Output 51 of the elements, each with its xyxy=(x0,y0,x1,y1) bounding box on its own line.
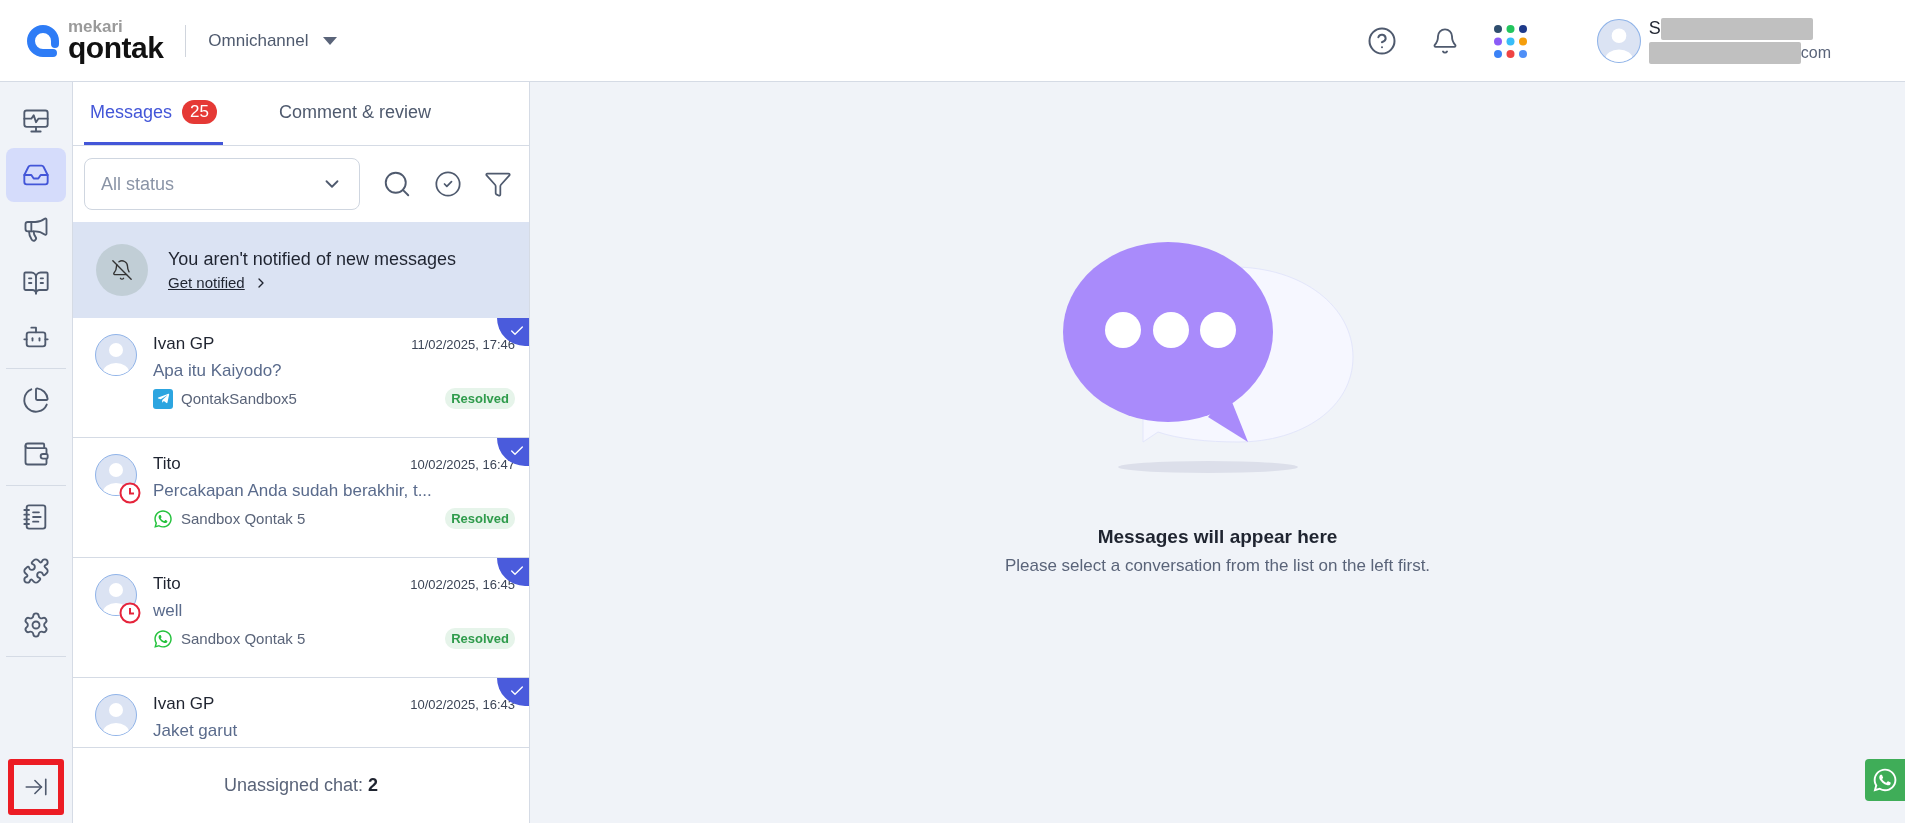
message-preview: Apa itu Kaiyodo? xyxy=(153,361,283,381)
monitor-pulse-icon xyxy=(22,107,50,135)
unassigned-count: Unassigned chat: 2 xyxy=(223,775,379,796)
avatar xyxy=(1596,18,1641,63)
contact-name: Ivan GP xyxy=(153,694,215,714)
chat-button[interactable] xyxy=(1865,759,1905,801)
message-preview: well xyxy=(153,601,184,621)
status-badge: Resolved xyxy=(445,508,515,529)
channel-name: QontakSandbox5 xyxy=(181,390,297,407)
notice-text: You aren't notified of new messages xyxy=(168,249,456,270)
count-badge: 25 xyxy=(182,100,217,124)
collapse-button[interactable] xyxy=(8,759,64,815)
settings-icon xyxy=(22,611,50,639)
get-notified-link[interactable]: Get notified xyxy=(168,274,456,291)
check-circle-icon[interactable] xyxy=(434,170,462,198)
channel-name: Sandbox Qontak 5 xyxy=(181,630,306,647)
contact-name: Tito xyxy=(153,454,181,474)
avatar xyxy=(95,694,137,736)
puzzle-icon xyxy=(22,557,50,585)
tab[interactable]: Comment & review xyxy=(272,82,437,145)
user-name: S xyxy=(1648,18,1661,39)
help-icon[interactable] xyxy=(1366,25,1397,56)
megaphone-icon xyxy=(22,215,50,243)
app-switcher[interactable]: Omnichannel xyxy=(208,30,337,51)
empty-state-text: Please select a conversation from the list on the left first. xyxy=(1004,556,1431,576)
caret-icon xyxy=(322,36,337,45)
user-email: com xyxy=(1800,43,1831,62)
filter-icon[interactable] xyxy=(484,170,512,198)
logo-text: qontak xyxy=(68,33,164,63)
book-icon xyxy=(22,269,50,297)
bell-off-icon xyxy=(96,244,148,296)
tab[interactable]: Messages 25 xyxy=(84,82,223,145)
logo-text: mekari xyxy=(68,18,124,35)
search-icon[interactable] xyxy=(382,169,412,199)
sidebar-item[interactable] xyxy=(6,148,66,202)
pie-chart-icon xyxy=(22,386,50,414)
channel-name: Sandbox Qontak 5 xyxy=(181,510,306,527)
app-grid-icon[interactable] xyxy=(1492,23,1527,58)
status-badge: Resolved xyxy=(445,388,515,409)
phone-bubble-icon xyxy=(153,628,173,649)
contact-name: Ivan GP xyxy=(153,334,215,354)
status-badge: Resolved xyxy=(445,628,515,649)
phone-bubble-icon xyxy=(1872,767,1898,793)
avatar xyxy=(95,334,137,376)
contact-name: Tito xyxy=(153,574,181,594)
message-preview: Jaket garut xyxy=(153,721,239,741)
paper-plane-icon xyxy=(153,388,173,409)
empty-state-title: Messages will appear here xyxy=(1097,526,1338,548)
wallet-icon xyxy=(22,440,50,468)
message-preview: Percakapan Anda sudah berakhir, t... xyxy=(153,481,433,501)
phone-bubble-icon xyxy=(153,508,173,529)
